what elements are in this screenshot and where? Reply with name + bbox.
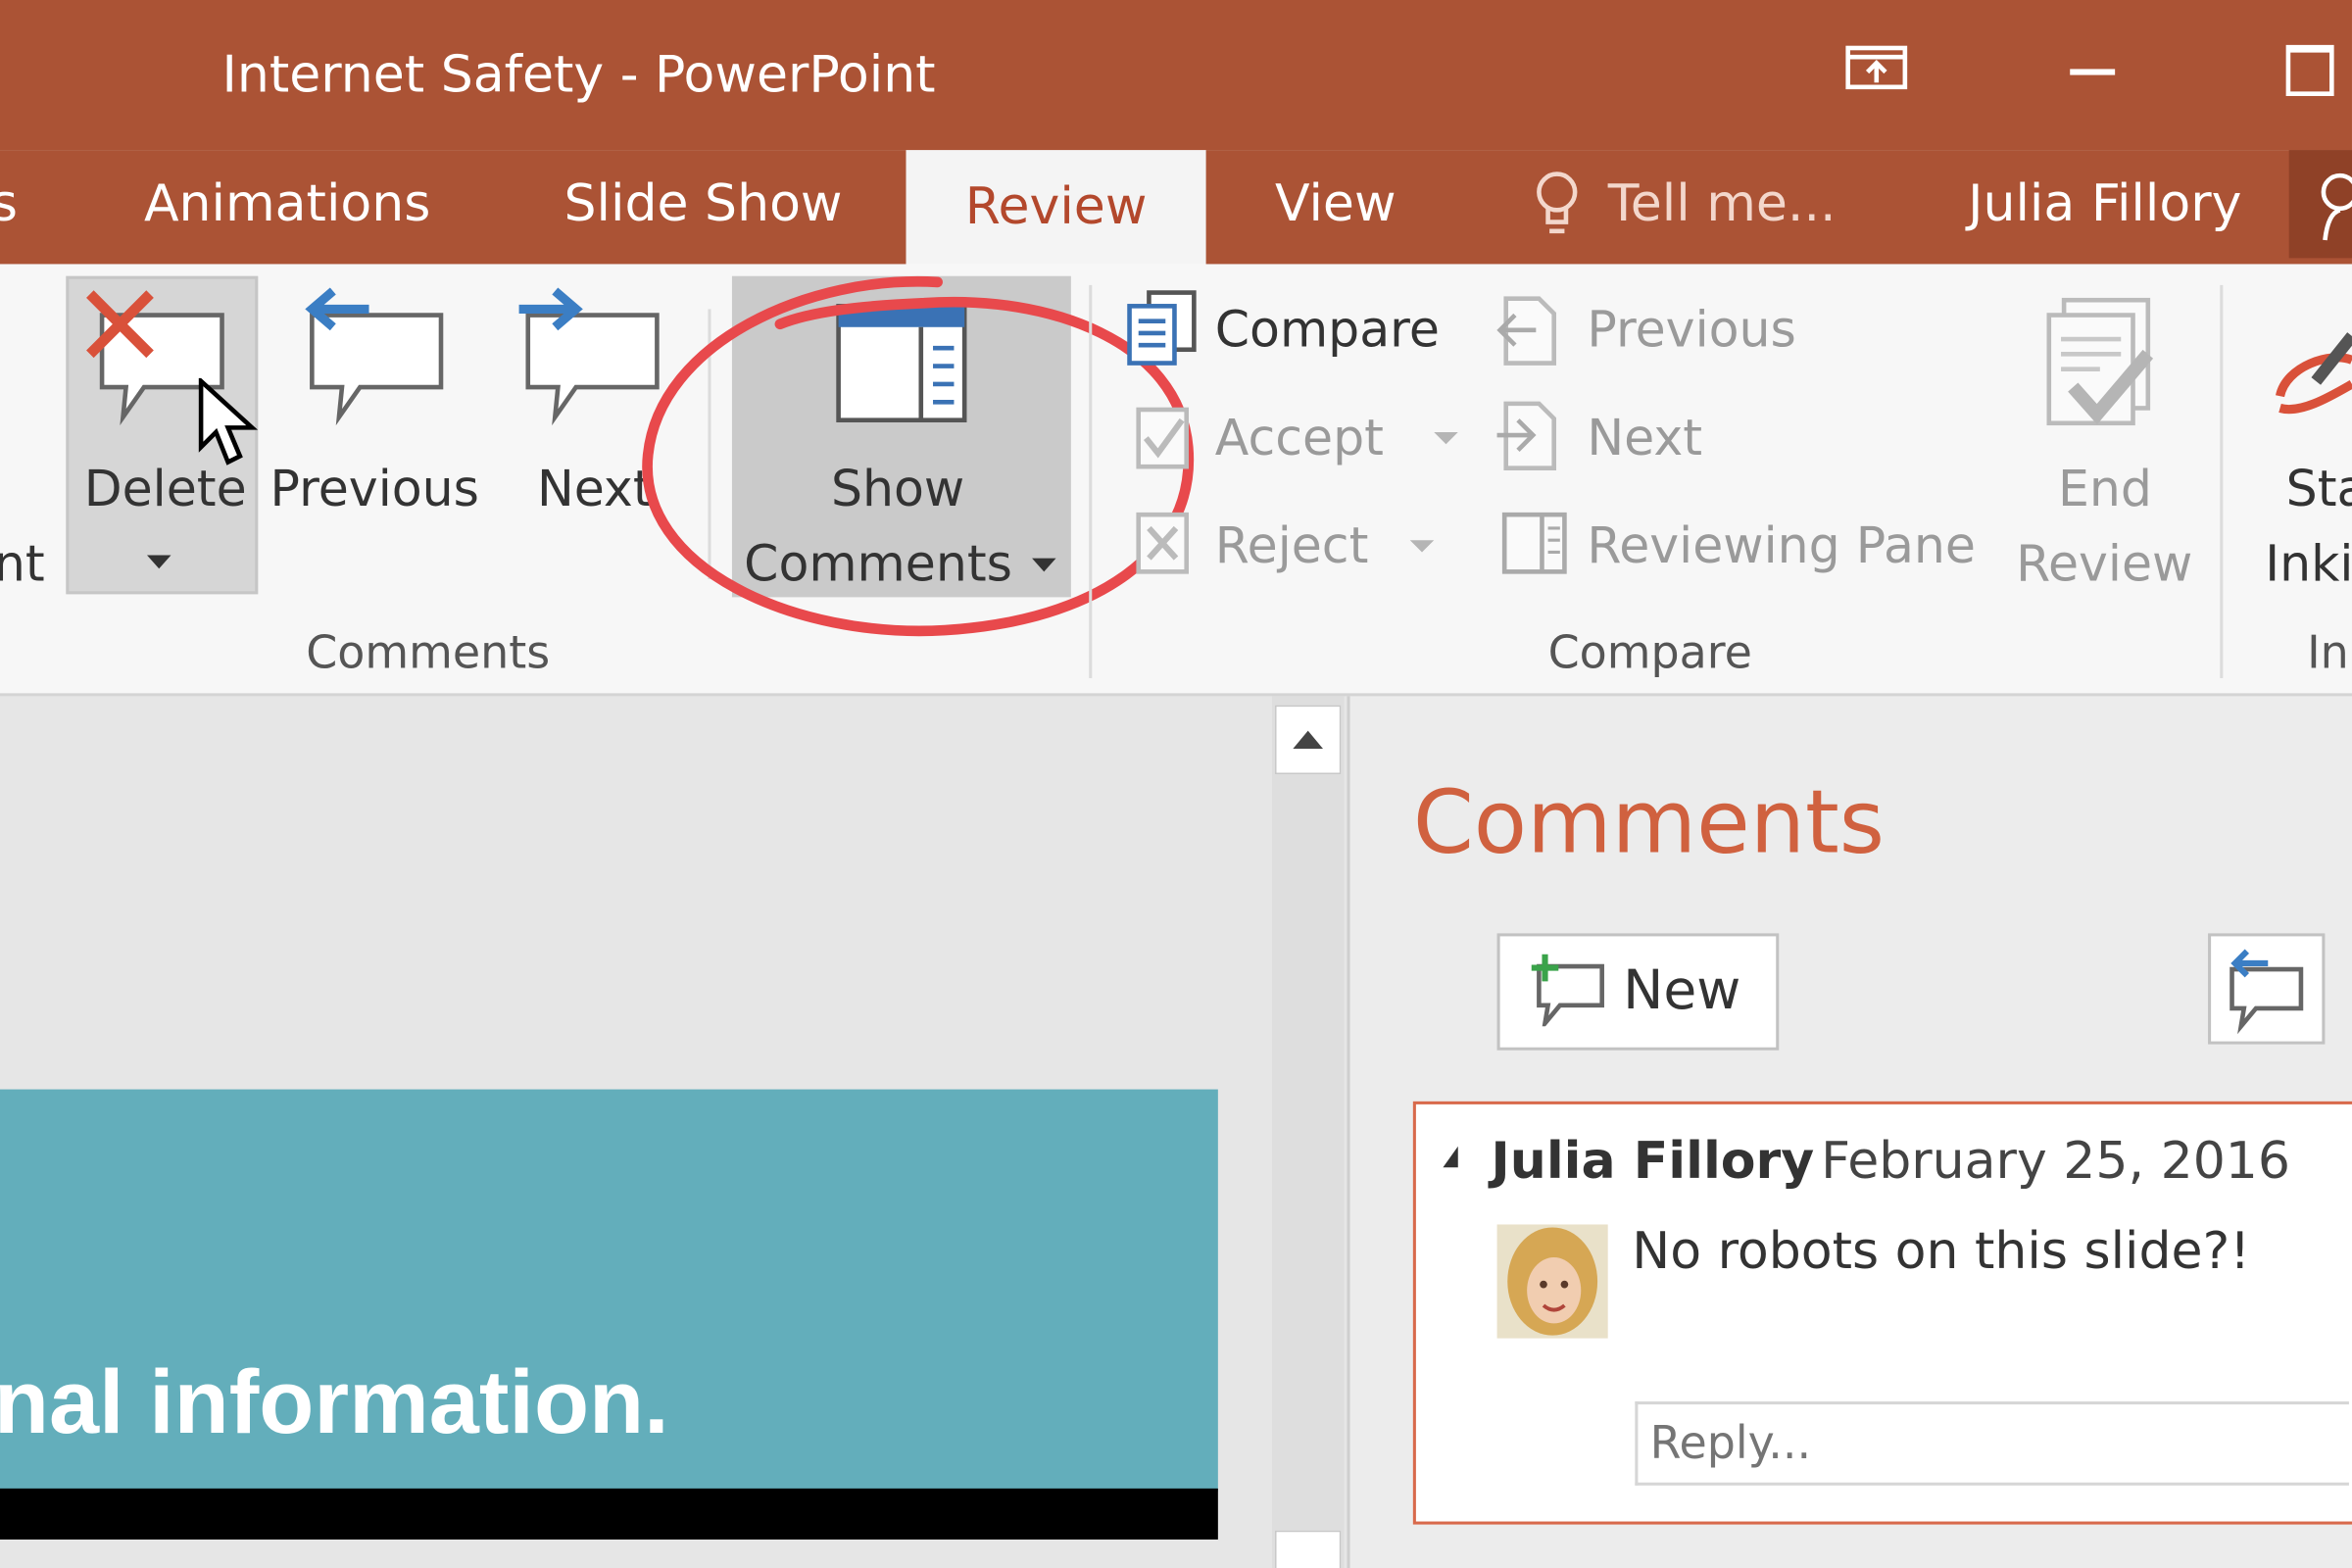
- compare-group-label: Compare: [1547, 626, 1752, 680]
- start-inking-label-line2[interactable]: Inki: [2265, 534, 2352, 593]
- window-title: Internet Safety - PowerPoint: [221, 44, 936, 106]
- tell-me-search[interactable]: Tell me...: [1608, 174, 1837, 234]
- lightbulb-icon: [1530, 168, 1584, 243]
- vertical-scrollbar[interactable]: [1271, 696, 1345, 1568]
- accept-dropdown-arrow-icon: [1434, 431, 1458, 445]
- compare-icon[interactable]: [1125, 288, 1200, 369]
- previous-change-icon: [1494, 294, 1562, 369]
- end-review-label-line1: End: [2057, 459, 2152, 518]
- reviewing-pane-label: Reviewing Pane: [1587, 515, 1976, 575]
- next-change-icon: [1494, 399, 1562, 474]
- reply-input[interactable]: [1635, 1401, 2349, 1486]
- tab-view[interactable]: View: [1275, 174, 1396, 234]
- minimize-icon[interactable]: [2070, 69, 2116, 75]
- start-inking-icon[interactable]: [2271, 321, 2352, 432]
- maximize-icon[interactable]: [2285, 44, 2334, 96]
- slide-bottom-bar: [0, 1488, 1218, 1540]
- delete-dropdown-arrow-icon[interactable]: [146, 555, 172, 569]
- ribbon-separator: [2220, 284, 2224, 679]
- previous-comment-pane-button[interactable]: [2208, 933, 2326, 1045]
- scroll-thumb[interactable]: [1275, 1530, 1342, 1568]
- tab-partial[interactable]: s: [0, 174, 18, 234]
- ink-group-label: In: [2307, 626, 2349, 680]
- avatar: [1496, 1224, 1608, 1339]
- slide-text[interactable]: nal information.: [0, 1350, 669, 1454]
- scroll-up-button[interactable]: [1275, 705, 1342, 775]
- end-review-icon: [2040, 294, 2170, 444]
- tab-animations[interactable]: Animations: [144, 174, 430, 234]
- collapse-thread-icon[interactable]: [1443, 1146, 1458, 1168]
- next-change-label: Next: [1587, 408, 1703, 467]
- tab-slide-show[interactable]: Slide Show: [564, 174, 843, 234]
- start-inking-label-line1[interactable]: Sta: [2286, 460, 2352, 518]
- end-review-label-line2: Review: [2016, 534, 2193, 593]
- reject-icon: [1134, 511, 1194, 579]
- comment-text: No robots on this slide?!: [1632, 1221, 2251, 1282]
- compare-label[interactable]: Compare: [1215, 300, 1440, 359]
- tab-review[interactable]: Review: [906, 150, 1206, 268]
- ribbon-display-options-icon[interactable]: [1845, 42, 1911, 96]
- delete-label: Delete: [83, 459, 247, 518]
- reject-dropdown-arrow-icon: [1409, 540, 1435, 553]
- previous-comment-icon[interactable]: [297, 285, 453, 429]
- comments-group-label: Comments: [306, 626, 551, 680]
- share-button[interactable]: [2288, 150, 2352, 259]
- user-name[interactable]: Julia Fillory: [1968, 174, 2241, 234]
- previous-change-label: Previous: [1587, 300, 1796, 359]
- previous-comment-label[interactable]: Previous: [270, 460, 479, 518]
- new-comment-icon: [1527, 952, 1611, 1027]
- comment-date: February 25, 2016: [1821, 1131, 2291, 1192]
- ribbon-separator: [1089, 284, 1093, 679]
- accept-label: Accept: [1214, 408, 1384, 467]
- reject-label: Reject: [1214, 515, 1369, 575]
- comment-author: Julia Fillory: [1491, 1131, 1815, 1192]
- accept-icon: [1134, 405, 1194, 473]
- new-comment-partial-label[interactable]: nt: [0, 534, 45, 593]
- comments-pane-title: Comments: [1412, 770, 1886, 874]
- new-comment-label: New: [1623, 959, 1741, 1022]
- mouse-cursor-icon: [195, 377, 261, 468]
- reviewing-pane-icon: [1500, 511, 1569, 576]
